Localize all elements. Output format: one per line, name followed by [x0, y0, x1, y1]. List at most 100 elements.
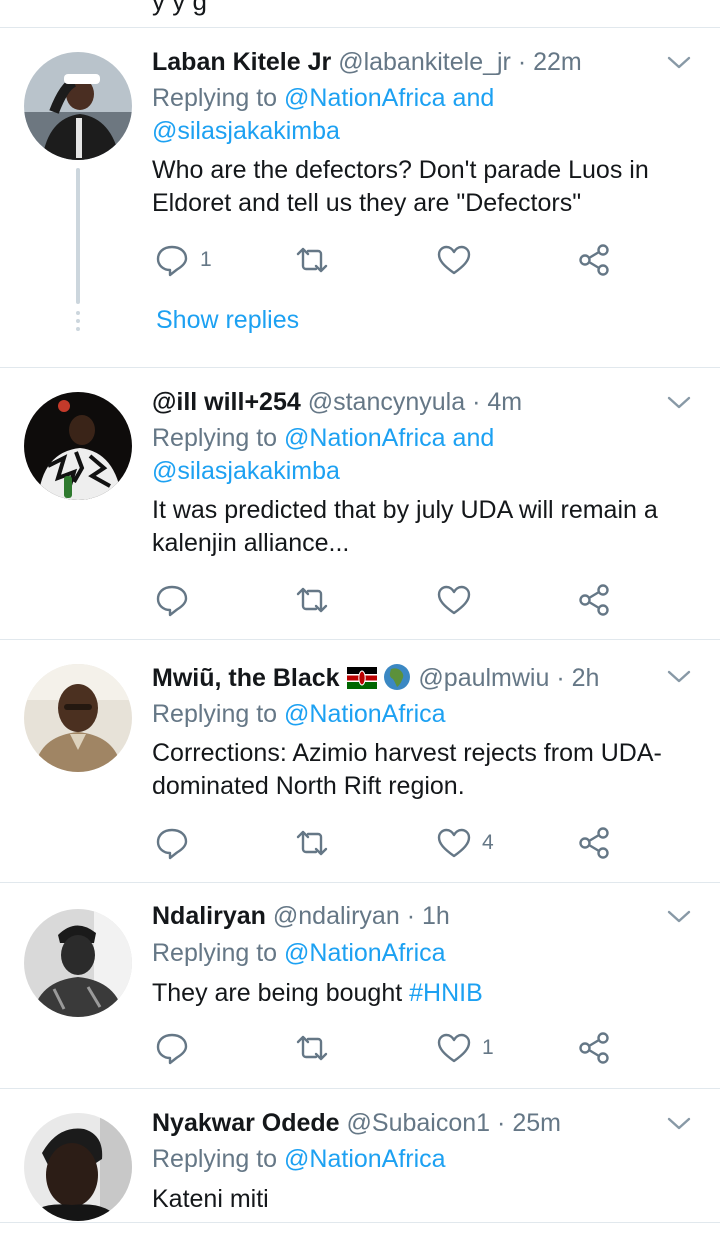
- replying-prefix: Replying to: [152, 939, 278, 967]
- retweet-icon: [296, 247, 328, 273]
- user-handle[interactable]: @Subaicon1: [347, 1109, 491, 1137]
- user-handle[interactable]: @labankitele_jr: [338, 48, 511, 76]
- separator-dot: ·: [472, 388, 481, 416]
- thread-line: [76, 168, 80, 304]
- replying-prefix: Replying to: [152, 84, 278, 112]
- retweet-button[interactable]: [294, 580, 340, 620]
- tweet-text: Who are the defectors? Don't parade Luos…: [152, 156, 649, 217]
- share-button[interactable]: [576, 580, 612, 620]
- display-name[interactable]: @ill will+254: [152, 388, 301, 416]
- reply-icon: [156, 1033, 188, 1065]
- mention-link[interactable]: @NationAfrica: [284, 939, 446, 967]
- reply-icon: [156, 245, 188, 277]
- retweet-button[interactable]: [294, 240, 340, 280]
- tweet-header: Laban Kitele Jr @labankitele_jr · 22m: [152, 47, 582, 77]
- display-name[interactable]: Ndaliryan: [152, 902, 266, 930]
- previous-tweet-text: y y g: [152, 0, 207, 16]
- timestamp[interactable]: 2h: [572, 664, 600, 692]
- tweet-actions: 1: [152, 1028, 632, 1068]
- replying-to: Replying to @NationAfrica: [152, 1143, 692, 1176]
- retweet-icon: [296, 1035, 328, 1061]
- tweet-header: Mwiũ, the Black @paulmwiu · 2h: [152, 663, 599, 693]
- show-replies-link[interactable]: Show replies: [156, 306, 299, 335]
- separator-dot: ·: [497, 1109, 506, 1137]
- tweet[interactable]: @ill will+254 @stancynyula · 4m Replying…: [0, 368, 720, 640]
- mention-link[interactable]: @silasjakakimba: [152, 117, 340, 145]
- chevron-down-icon[interactable]: [666, 390, 692, 416]
- reply-icon: [156, 828, 188, 860]
- like-button[interactable]: 1: [436, 1028, 494, 1068]
- thread-dot: [76, 327, 80, 331]
- tweet[interactable]: Mwiũ, the Black @paulmwiu · 2h Replying …: [0, 640, 720, 883]
- replying-prefix: Replying to: [152, 1145, 278, 1173]
- replying-prefix: Replying to: [152, 424, 278, 452]
- retweet-button[interactable]: [294, 823, 340, 863]
- hashtag-link[interactable]: #HNIB: [409, 979, 483, 1007]
- share-button[interactable]: [576, 1028, 612, 1068]
- reply-count: 1: [200, 248, 212, 271]
- retweet-icon: [296, 587, 328, 613]
- tweet-text: It was predicted that by july UDA will r…: [152, 496, 658, 557]
- timestamp[interactable]: 1h: [422, 902, 450, 930]
- separator-dot: ·: [406, 902, 416, 930]
- mention-link[interactable]: @NationAfrica: [284, 700, 446, 728]
- reply-button[interactable]: [154, 1028, 200, 1068]
- tweet-actions: 1: [152, 240, 632, 280]
- heart-icon: [437, 828, 471, 858]
- tweet-text-plain: They are being bought: [152, 979, 410, 1007]
- retweet-button[interactable]: [294, 1028, 340, 1068]
- tweet-text: They are being bought #HNIB: [152, 977, 692, 1010]
- previous-tweet-fragment: y y g: [0, 0, 720, 28]
- avatar[interactable]: [24, 664, 132, 772]
- mention-link[interactable]: @silasjakakimba: [152, 457, 340, 485]
- user-handle[interactable]: @paulmwiu: [418, 664, 549, 692]
- mention-link[interactable]: @NationAfrica: [284, 1145, 446, 1173]
- mention-and[interactable]: and: [453, 424, 495, 452]
- timestamp[interactable]: 4m: [487, 388, 522, 416]
- tweet-header: Ndaliryan @ndaliryan · 1h: [152, 901, 450, 931]
- like-count: 4: [482, 831, 494, 854]
- chevron-down-icon[interactable]: [666, 50, 692, 76]
- tweet-actions: [152, 580, 632, 620]
- globe-africa-icon: [384, 664, 411, 690]
- tweet[interactable]: Nyakwar Odede @Subaicon1 · 25m Replying …: [0, 1089, 720, 1223]
- display-name[interactable]: Nyakwar Odede: [152, 1109, 340, 1137]
- tweet[interactable]: Laban Kitele Jr @labankitele_jr · 22m Re…: [0, 28, 720, 368]
- user-handle[interactable]: @stancynyula: [308, 388, 465, 416]
- replying-to: Replying to @NationAfrica: [152, 698, 692, 731]
- share-button[interactable]: [576, 823, 612, 863]
- reply-button[interactable]: [154, 580, 200, 620]
- share-button[interactable]: [576, 240, 612, 280]
- user-handle[interactable]: @ndaliryan: [273, 902, 400, 930]
- display-name[interactable]: Laban Kitele Jr: [152, 48, 331, 76]
- avatar[interactable]: [24, 392, 132, 500]
- timestamp[interactable]: 25m: [512, 1109, 561, 1137]
- heart-icon: [437, 1033, 471, 1063]
- timestamp[interactable]: 22m: [533, 48, 582, 76]
- like-count: 1: [482, 1036, 494, 1059]
- reply-button[interactable]: 1: [154, 240, 212, 280]
- chevron-down-icon[interactable]: [666, 904, 692, 930]
- reply-button[interactable]: [154, 823, 200, 863]
- tweet[interactable]: Ndaliryan @ndaliryan · 1h Replying to @N…: [0, 883, 720, 1089]
- mention-link[interactable]: @NationAfrica: [284, 424, 446, 452]
- like-button[interactable]: [436, 580, 482, 620]
- retweet-icon: [296, 830, 328, 856]
- like-button[interactable]: [436, 240, 482, 280]
- display-name[interactable]: Mwiũ, the Black: [152, 664, 340, 692]
- mention-link[interactable]: @NationAfrica: [284, 84, 446, 112]
- avatar[interactable]: [24, 1113, 132, 1221]
- share-icon: [579, 827, 609, 859]
- separator-dot: ·: [517, 48, 527, 76]
- tweet-actions: 4: [152, 823, 632, 863]
- like-button[interactable]: 4: [436, 823, 494, 863]
- tweet-header: @ill will+254 @stancynyula · 4m: [152, 387, 522, 417]
- avatar[interactable]: [24, 52, 132, 160]
- chevron-down-icon[interactable]: [666, 664, 692, 690]
- chevron-down-icon[interactable]: [666, 1111, 692, 1137]
- replying-prefix: Replying to: [152, 700, 278, 728]
- mention-and[interactable]: and: [453, 84, 495, 112]
- share-icon: [579, 244, 609, 276]
- avatar[interactable]: [24, 909, 132, 1017]
- thread-dot: [76, 311, 80, 315]
